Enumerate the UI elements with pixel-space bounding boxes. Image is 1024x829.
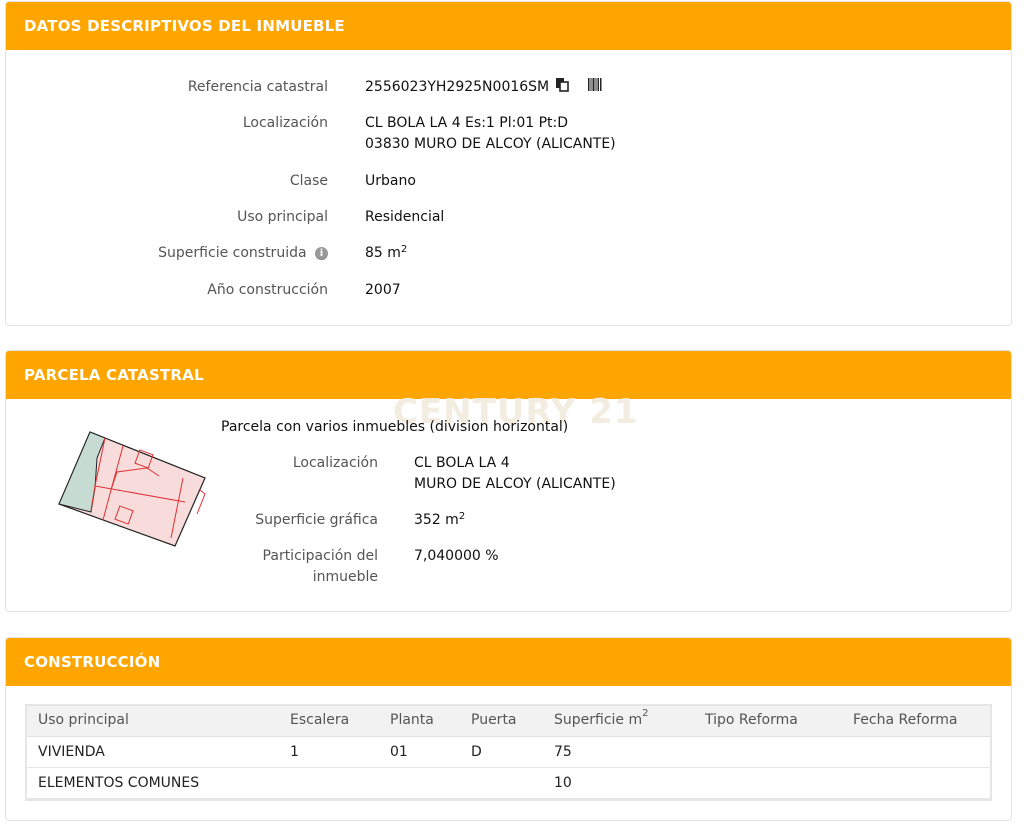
cell-puerta: D [458, 736, 541, 768]
anio-construccion-value: 2007 [365, 282, 401, 298]
participacion-label: Participación del inmueble [0, 546, 378, 588]
table-row: VIVIENDA 1 01 D 75 [25, 736, 992, 768]
parcela-localizacion-row: Localización CL BOLA LA 4 MURO DE ALCOY … [0, 453, 616, 495]
barcode-icon[interactable] [587, 77, 603, 99]
clase-row: Clase Urbano [0, 171, 416, 192]
superficie-grafica-label: Superficie gráfica [255, 512, 378, 528]
cell-uso: VIVIENDA [25, 736, 277, 768]
datos-descriptivos-panel: DATOS DESCRIPTIVOS DEL INMUEBLE [5, 1, 1012, 326]
cell-superficie: 75 [541, 736, 692, 768]
localizacion-line1: CL BOLA LA 4 Es:1 Pl:01 Pt:D [365, 115, 569, 131]
copy-icon[interactable] [555, 77, 569, 99]
datos-descriptivos-title: DATOS DESCRIPTIVOS DEL INMUEBLE [24, 17, 345, 35]
cell-puerta [458, 767, 541, 799]
parcela-tipo-title: Parcela con varios inmuebles (division h… [221, 419, 569, 435]
construccion-table: Uso principal Escalera Planta Puerta Sup… [25, 704, 992, 799]
superficie-construida-value-wrap: 85 m2 [365, 243, 407, 264]
ref-catastral-row: Referencia catastral 2556023YH2925N0016S… [0, 77, 603, 99]
table-header-row: Uso principal Escalera Planta Puerta Sup… [25, 704, 992, 737]
cell-escalera: 1 [277, 736, 377, 768]
col-uso-principal: Uso principal [25, 704, 277, 737]
anio-construccion-label: Año construcción [207, 282, 328, 298]
superficie-grafica-value: 352 m [414, 512, 459, 528]
ref-catastral-label: Referencia catastral [187, 79, 328, 95]
col-puerta: Puerta [458, 704, 541, 737]
clase-value: Urbano [365, 173, 416, 189]
superficie-grafica-row: Superficie gráfica 352 m2 [0, 510, 465, 531]
participacion-row: Participación del inmueble 7,040000 % [0, 546, 499, 588]
cell-planta [377, 767, 458, 799]
parcela-localizacion-line1: CL BOLA LA 4 [414, 455, 510, 471]
col-tipo-reforma: Tipo Reforma [692, 704, 840, 737]
col-superficie: Superficie m2 [541, 704, 692, 737]
participacion-label-line2: inmueble [312, 569, 378, 585]
cell-planta: 01 [377, 736, 458, 768]
cell-uso: ELEMENTOS COMUNES [25, 767, 277, 799]
ref-catastral-value[interactable]: 2556023YH2925N0016SM [365, 77, 549, 99]
cell-superficie: 10 [541, 767, 692, 799]
uso-principal-row: Uso principal Residencial [0, 207, 444, 228]
uso-principal-value: Residencial [365, 209, 445, 225]
localizacion-row: Localización CL BOLA LA 4 Es:1 Pl:01 Pt:… [0, 113, 616, 155]
clase-label: Clase [289, 173, 328, 189]
parcela-localizacion-line2: MURO DE ALCOY (ALICANTE) [414, 476, 616, 492]
uso-principal-label: Uso principal [237, 209, 328, 225]
localizacion-label: Localización [242, 115, 328, 131]
construccion-title: CONSTRUCCIÓN [24, 653, 161, 671]
info-icon[interactable]: i [315, 246, 328, 260]
col-planta: Planta [377, 704, 458, 737]
superficie-construida-label: Superficie construida [158, 245, 307, 261]
superficie-grafica-exp: 2 [458, 511, 466, 522]
cell-tipo-reforma [692, 767, 840, 799]
anio-construccion-row: Año construcción 2007 [0, 280, 401, 301]
parcela-catastral-title: PARCELA CATASTRAL [24, 366, 204, 384]
parcela-title-row: Parcela con varios inmuebles (division h… [221, 417, 568, 438]
cell-escalera [277, 767, 377, 799]
construccion-header: CONSTRUCCIÓN [6, 638, 1011, 686]
participacion-label-line1: Participación del [262, 548, 378, 564]
superficie-construida-row: Superficie construida i 85 m2 [0, 243, 407, 264]
participacion-value: 7,040000 % [414, 548, 499, 564]
col-fecha-reforma: Fecha Reforma [840, 704, 992, 737]
superficie-construida-value: 85 m [365, 245, 401, 261]
col-superficie-label: Superficie m [554, 711, 643, 728]
cell-fecha-reforma [840, 736, 992, 768]
col-superficie-exp: 2 [642, 707, 649, 719]
superficie-construida-exp: 2 [400, 244, 408, 255]
cell-tipo-reforma [692, 736, 840, 768]
cell-fecha-reforma [840, 767, 992, 799]
superficie-grafica-value-wrap: 352 m2 [414, 510, 465, 531]
col-escalera: Escalera [277, 704, 377, 737]
datos-descriptivos-header: DATOS DESCRIPTIVOS DEL INMUEBLE [6, 2, 1011, 50]
localizacion-line2: 03830 MURO DE ALCOY (ALICANTE) [365, 136, 616, 152]
superficie-construida-label-wrap: Superficie construida i [0, 243, 328, 264]
table-row: ELEMENTOS COMUNES 10 [25, 767, 992, 799]
parcela-localizacion-label: Localización [292, 455, 378, 471]
